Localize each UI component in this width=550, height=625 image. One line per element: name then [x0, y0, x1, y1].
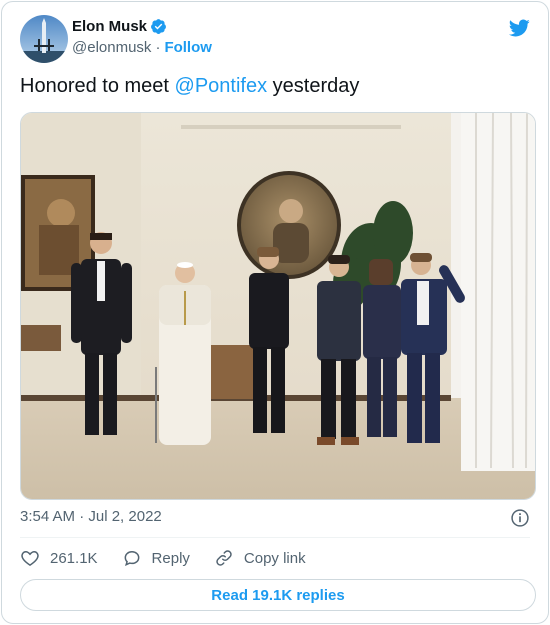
- divider: [20, 537, 530, 538]
- read-replies-label: Read 19.1K replies: [211, 586, 345, 604]
- copy-link-button[interactable]: Copy link: [214, 548, 306, 568]
- read-replies-button[interactable]: Read 19.1K replies: [20, 579, 536, 611]
- tweet-text: Honored to meet @Pontifex yesterday: [20, 74, 359, 98]
- like-count: 261.1K: [50, 549, 98, 567]
- tweet-card: Elon Musk @elonmusk · Follow Honored to …: [1, 1, 549, 624]
- link-icon: [216, 550, 232, 566]
- author-handle[interactable]: @elonmusk: [72, 39, 151, 56]
- reply-label: Reply: [151, 549, 190, 567]
- mention-link[interactable]: @Pontifex: [175, 75, 268, 97]
- info-icon[interactable]: [510, 508, 530, 528]
- avatar[interactable]: [20, 15, 68, 63]
- follow-button[interactable]: Follow: [164, 39, 212, 56]
- tweet-text-before: Honored to meet: [20, 75, 175, 97]
- twitter-bird-icon[interactable]: [507, 17, 531, 39]
- tweet-photo[interactable]: [20, 112, 536, 500]
- action-bar: 261.1K Reply Copy link: [20, 548, 330, 568]
- author-name[interactable]: Elon Musk: [72, 18, 147, 35]
- like-button[interactable]: 261.1K: [20, 548, 98, 568]
- handle-separator: ·: [155, 39, 161, 56]
- reply-bubble-icon: [124, 550, 139, 566]
- verified-badge-icon: [150, 18, 167, 35]
- reply-button[interactable]: Reply: [122, 548, 190, 568]
- heart-icon: [21, 550, 39, 566]
- tweet-text-after: yesterday: [267, 75, 360, 97]
- copy-link-label: Copy link: [243, 549, 306, 567]
- tweet-timestamp[interactable]: 3:54 AM · Jul 2, 2022: [20, 508, 162, 525]
